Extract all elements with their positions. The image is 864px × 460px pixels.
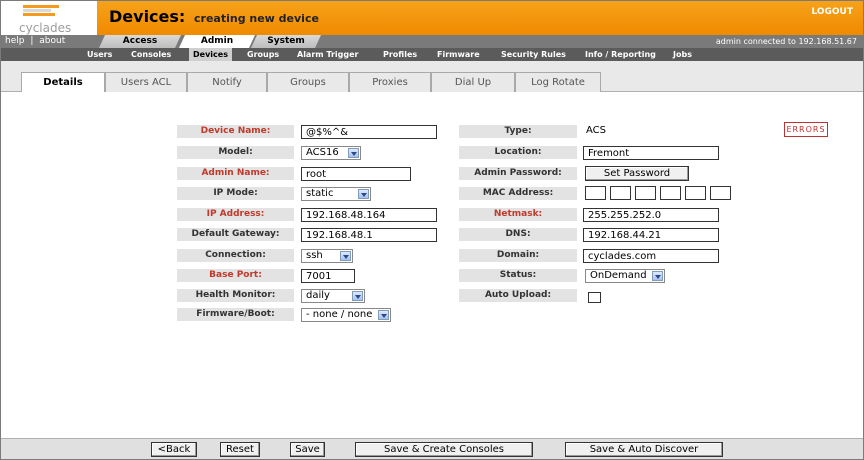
model-select-value: ACS16 — [306, 147, 339, 158]
submenu-groups[interactable]: Groups — [247, 48, 279, 61]
connection-select-value: ssh — [306, 250, 323, 261]
status-select-value: OnDemand — [590, 270, 647, 281]
chevron-down-icon — [378, 310, 389, 320]
save-auto-discover-button[interactable]: Save & Auto Discover — [565, 442, 723, 457]
chevron-down-icon — [340, 251, 351, 261]
connection-status: admin connected to 192.168.51.67 — [715, 37, 857, 46]
tab-users-acl[interactable]: Users ACL — [105, 72, 187, 93]
tab-strip: Details Users ACL Notify Groups Proxies … — [1, 61, 863, 94]
admin-name-label: Admin Name: — [177, 167, 294, 180]
ip-mode-select-value: static — [306, 188, 334, 199]
logo-mark-icon — [23, 5, 59, 19]
sub-menu-bar: Users Consoles Devices Groups Alarm Trig… — [1, 48, 863, 61]
ip-mode-label: IP Mode: — [177, 187, 294, 200]
domain-label: Domain: — [459, 249, 577, 262]
netmask-label: Netmask: — [459, 208, 577, 221]
help-link[interactable]: help — [5, 36, 24, 46]
ip-mode-select[interactable]: static — [301, 187, 371, 201]
chevron-down-icon — [652, 271, 663, 281]
location-label: Location: — [459, 146, 577, 159]
base-port-label: Base Port: — [177, 269, 294, 282]
auto-upload-label: Auto Upload: — [459, 289, 577, 302]
device-name-label: Device Name: — [177, 125, 294, 138]
firmware-boot-select-value: - none / none — [306, 309, 373, 320]
submenu-consoles[interactable]: Consoles — [131, 48, 171, 61]
tab-log-rotate[interactable]: Log Rotate — [515, 72, 601, 93]
firmware-boot-label: Firmware/Boot: — [177, 308, 294, 321]
set-password-button[interactable]: Set Password — [585, 166, 689, 181]
main-tab-system[interactable]: System — [251, 35, 321, 48]
logo-text: cyclades — [19, 21, 72, 35]
mac-octet-4-input[interactable] — [660, 186, 681, 200]
mac-octet-6-input[interactable] — [710, 186, 731, 200]
domain-input[interactable]: cyclades.com — [583, 249, 719, 263]
location-input[interactable]: Fremont — [583, 146, 719, 160]
connection-label: Connection: — [177, 249, 294, 262]
header-bar: cyclades Devices: creating new device LO… — [1, 1, 863, 35]
chevron-down-icon — [348, 148, 359, 158]
chevron-down-icon — [358, 189, 369, 199]
submenu-devices[interactable]: Devices — [189, 48, 232, 61]
tab-details[interactable]: Details — [21, 72, 105, 94]
device-name-input[interactable]: @$%^& — [301, 125, 437, 139]
mac-octet-1-input[interactable] — [585, 186, 606, 200]
help-links: help | about — [5, 36, 65, 46]
type-value: ACS — [586, 125, 606, 136]
netmask-input[interactable]: 255.255.252.0 — [583, 208, 719, 222]
tab-notify[interactable]: Notify — [187, 72, 267, 93]
about-link[interactable]: about — [39, 36, 65, 46]
connection-select[interactable]: ssh — [301, 249, 353, 263]
tab-proxies[interactable]: Proxies — [349, 72, 431, 93]
admin-password-label: Admin Password: — [459, 167, 577, 180]
logout-link[interactable]: LOGOUT — [811, 7, 853, 17]
admin-name-input[interactable]: root — [301, 167, 411, 181]
firmware-boot-select[interactable]: - none / none — [301, 308, 391, 322]
health-monitor-select[interactable]: daily — [301, 289, 365, 303]
tab-dial-up[interactable]: Dial Up — [431, 72, 515, 93]
details-panel: ERRORS Device Name: Model: Admin Name: I… — [1, 92, 863, 438]
ip-address-input[interactable]: 192.168.48.164 — [301, 208, 437, 222]
reset-button[interactable]: Reset — [220, 442, 260, 457]
mac-octet-5-input[interactable] — [685, 186, 706, 200]
submenu-alarm-trigger[interactable]: Alarm Trigger — [297, 48, 359, 61]
ip-address-label: IP Address: — [177, 208, 294, 221]
submenu-users[interactable]: Users — [87, 48, 112, 61]
chevron-down-icon — [352, 291, 363, 301]
save-button[interactable]: Save — [290, 442, 325, 457]
default-gateway-label: Default Gateway: — [177, 228, 294, 241]
page-title: Devices: — [109, 7, 186, 26]
link-separator: | — [30, 36, 34, 46]
health-monitor-select-value: daily — [306, 290, 330, 301]
model-select[interactable]: ACS16 — [301, 146, 361, 160]
save-create-consoles-button[interactable]: Save & Create Consoles — [355, 442, 533, 457]
main-menu-bar: help | about Access Admin System admin c… — [1, 35, 863, 48]
mac-address-label: MAC Address: — [459, 187, 577, 200]
status-label: Status: — [459, 269, 577, 282]
status-select[interactable]: OnDemand — [585, 269, 665, 283]
dns-input[interactable]: 192.168.44.21 — [583, 228, 719, 242]
main-tab-access[interactable]: Access — [99, 35, 181, 48]
type-label: Type: — [459, 125, 577, 138]
submenu-security-rules[interactable]: Security Rules — [501, 48, 566, 61]
submenu-profiles[interactable]: Profiles — [383, 48, 417, 61]
action-bar: <Back Reset Save Save & Create Consoles … — [1, 438, 863, 459]
default-gateway-input[interactable]: 192.168.48.1 — [301, 228, 437, 242]
auto-upload-checkbox[interactable] — [588, 292, 601, 303]
dns-label: DNS: — [459, 228, 577, 241]
main-tab-admin[interactable]: Admin — [179, 35, 255, 48]
mac-octet-2-input[interactable] — [610, 186, 631, 200]
mac-octet-3-input[interactable] — [635, 186, 656, 200]
submenu-info-reporting[interactable]: Info / Reporting — [585, 48, 656, 61]
app-window: cyclades Devices: creating new device LO… — [0, 0, 864, 460]
page-subtitle: creating new device — [194, 12, 319, 25]
cyclades-logo[interactable]: cyclades — [1, 1, 97, 35]
errors-button[interactable]: ERRORS — [784, 122, 828, 137]
model-label: Model: — [177, 146, 294, 159]
submenu-jobs[interactable]: Jobs — [673, 48, 692, 61]
base-port-input[interactable]: 7001 — [301, 269, 355, 283]
health-monitor-label: Health Monitor: — [177, 289, 294, 302]
tab-groups[interactable]: Groups — [267, 72, 349, 93]
back-button[interactable]: <Back — [151, 442, 197, 457]
submenu-firmware[interactable]: Firmware — [437, 48, 480, 61]
